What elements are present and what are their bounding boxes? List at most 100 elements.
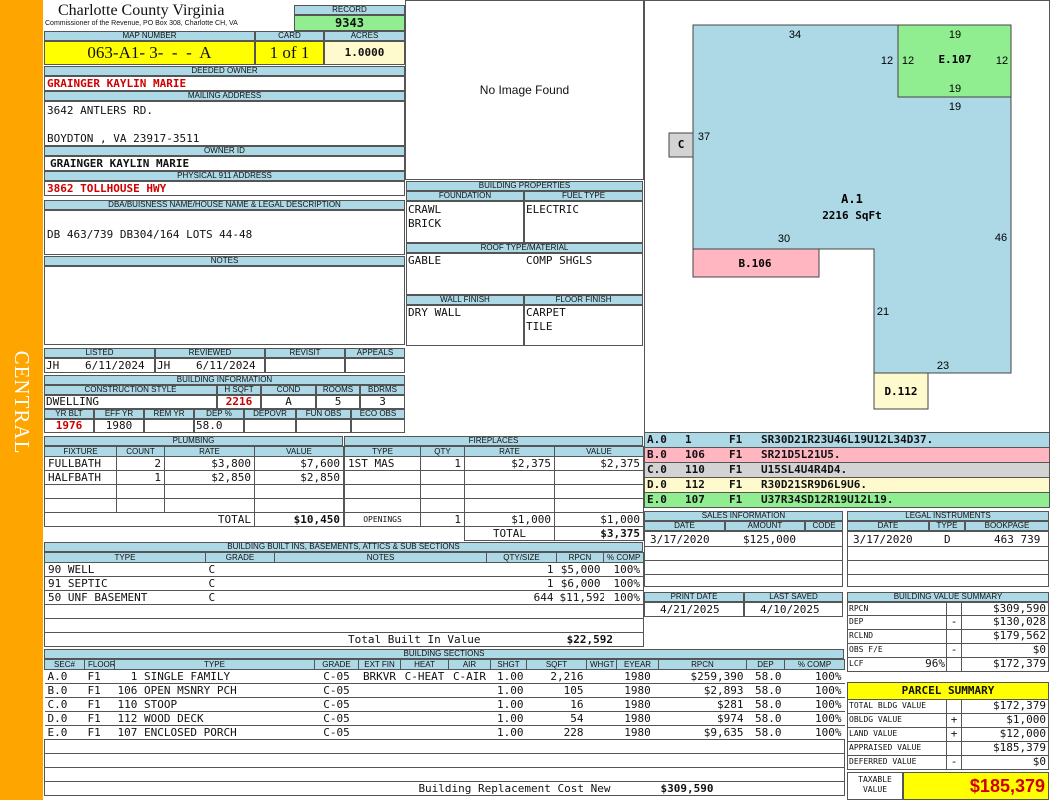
foundation-label: FOUNDATION: [406, 191, 524, 201]
print-date-label: PRINT DATE: [644, 592, 744, 602]
notes-label: NOTES: [44, 256, 405, 266]
replacement-label: Building Replacement Cost New: [44, 781, 659, 796]
built-ins-title: BUILDING BUILT INS, BASEMENTS, ATTICS & …: [44, 542, 643, 552]
taxable-value: $185,379: [903, 772, 1049, 800]
physical-address-value: 3862 TOLLHOUSE HWY: [44, 181, 405, 196]
table-row: [44, 767, 845, 782]
section-type: 106 OPEN MSNRY PCH: [114, 683, 315, 698]
dep-label: DEP %: [194, 409, 244, 419]
legend-row: E.0 107 F1 U37R34SD12R19U12L19.: [644, 493, 1050, 508]
dim-e-below: 19: [949, 101, 961, 113]
table-row: 1ST MAS 1 $2,375 $2,375: [344, 456, 644, 471]
section-rpcn: $259,390: [658, 669, 747, 684]
sec-col-shgt: SHGT: [490, 659, 527, 670]
record-label: RECORD: [294, 5, 405, 15]
table-row: [44, 753, 845, 768]
rooms-label: ROOMS: [316, 385, 360, 395]
floor-finish-box: CARPET TILE: [524, 305, 643, 346]
builtin-comp: 100%: [603, 576, 644, 591]
last-saved-label: LAST SAVED: [744, 592, 843, 602]
sec-col-comp: % COMP: [784, 659, 845, 670]
section-sec: A.0: [44, 669, 85, 684]
section-rpcn: $2,893: [658, 683, 747, 698]
section-whgt: [586, 669, 617, 684]
value-summary-pct: [911, 630, 945, 644]
funobs-label: FUN OBS: [296, 409, 351, 419]
sketch-label-a-area: 2216 SqFt: [822, 209, 882, 222]
legend-f: F1: [729, 433, 743, 446]
section-heat: [400, 725, 449, 740]
sec-col-floor: FLOOR: [84, 659, 115, 670]
mailing-address-label: MAILING ADDRESS: [44, 91, 405, 101]
section-ext: [358, 725, 401, 740]
taxable-label-2: VALUE: [862, 785, 888, 794]
builtin-rpcn: $11,592: [556, 590, 604, 605]
legal-col-date: DATE: [847, 521, 929, 531]
builtin-col-grade: GRADE: [205, 552, 275, 563]
plumbing-table: FIXTURE COUNT RATE VALUE FULLBATH 2 $3,8…: [44, 446, 344, 527]
record-value: 9343: [294, 15, 405, 31]
plumbing-title: PLUMBING: [44, 436, 343, 446]
mailing-line-1: 3642 ANTLERS RD.: [47, 104, 153, 117]
no-image-text: No Image Found: [479, 83, 570, 97]
reviewed-label: REVIEWED: [155, 348, 265, 358]
section-dep: 58.0: [746, 711, 785, 726]
built-ins-table: TYPE GRADE NOTES QTY/SIZE RPCN % COMP 90…: [44, 552, 644, 647]
plumbing-rate: $2,850: [164, 470, 255, 485]
section-floor: F1: [84, 697, 115, 712]
value-summary-value: $130,028: [961, 616, 1049, 630]
deeded-owner-label: DEEDED OWNER: [44, 66, 405, 76]
construction-style-value: DWELLING: [44, 395, 217, 409]
table-row: [44, 618, 644, 633]
legend-row: A.0 1 F1 SR30D21R23U46L19U12L34D37.: [644, 433, 1050, 448]
table-row: FULLBATH 2 $3,800 $7,600: [44, 456, 344, 471]
legal-col-type: TYPE: [929, 521, 965, 531]
builtin-col-notes: NOTES: [274, 552, 487, 563]
table-row: 50 UNF BASEMENT C 644 $11,592 100%: [44, 590, 644, 605]
dim-step: 21: [877, 306, 889, 318]
section-shgt: 1.00: [490, 669, 527, 684]
builtin-type: 91 SEPTIC: [44, 576, 206, 591]
sketch-label-c: C: [678, 138, 685, 151]
cond-label: COND: [261, 385, 316, 395]
parcel-sign: [947, 700, 961, 714]
section-rpcn: $281: [658, 697, 747, 712]
legend-n: 110: [685, 463, 705, 476]
dba-label: DBA/BUISNESS NAME/HOUSE NAME & LEGAL DES…: [44, 200, 405, 210]
legal-box: 3/17/2020 D 463 739: [847, 531, 1049, 587]
parcel-summary-row: OBLDG VALUE + $1,000: [847, 714, 1049, 728]
builtin-type: 90 WELL: [44, 562, 206, 577]
builtin-col-qty: QTY/SIZE: [486, 552, 557, 563]
fireplace-col-type: TYPE: [344, 446, 421, 457]
sketch-label-b: B.106: [738, 257, 771, 270]
hsqft-label: H SQFT: [217, 385, 261, 395]
sales-col-code: CODE: [805, 521, 843, 531]
fireplace-qty: 1: [420, 456, 465, 471]
sec-col-rpcn: RPCN: [658, 659, 747, 670]
sketch-label-e: E.107: [938, 53, 971, 66]
section-ext: [358, 683, 401, 698]
reviewed-by: JH: [157, 359, 171, 372]
value-summary-value: $0: [961, 644, 1049, 658]
legend-f: F1: [729, 478, 743, 491]
section-heat: C-HEAT: [400, 669, 449, 684]
legend-row: B.0 106 F1 SR21D5L21U5.: [644, 448, 1050, 463]
section-heat: [400, 697, 449, 712]
legal-col-bookpage: BOOKPAGE: [965, 521, 1049, 531]
sketch-panel: 34 19 12 12 12 19 19 E.107 37 C A.1 2216…: [644, 0, 1050, 433]
builtin-grade: C: [205, 562, 275, 577]
legend-sec: B.0: [647, 448, 667, 461]
section-floor: F1: [84, 669, 115, 684]
sec-col-ext: EXT FIN: [358, 659, 401, 670]
fuel-type-label: FUEL TYPE: [524, 191, 643, 201]
builtin-qty: 1: [486, 562, 557, 577]
section-sqft: 2,216: [526, 669, 587, 684]
yrblt-value: 1976: [44, 419, 94, 433]
ecoobs-value: [351, 419, 405, 433]
legal-date: 3/17/2020: [853, 533, 913, 546]
section-whgt: [586, 683, 617, 698]
cond-value: A: [261, 395, 316, 409]
legal-title: LEGAL INSTRUMENTS: [847, 511, 1049, 521]
legend-code: SR30D21R23U46L19U12L34D37.: [761, 433, 934, 446]
value-summary-value: $179,562: [961, 630, 1049, 644]
